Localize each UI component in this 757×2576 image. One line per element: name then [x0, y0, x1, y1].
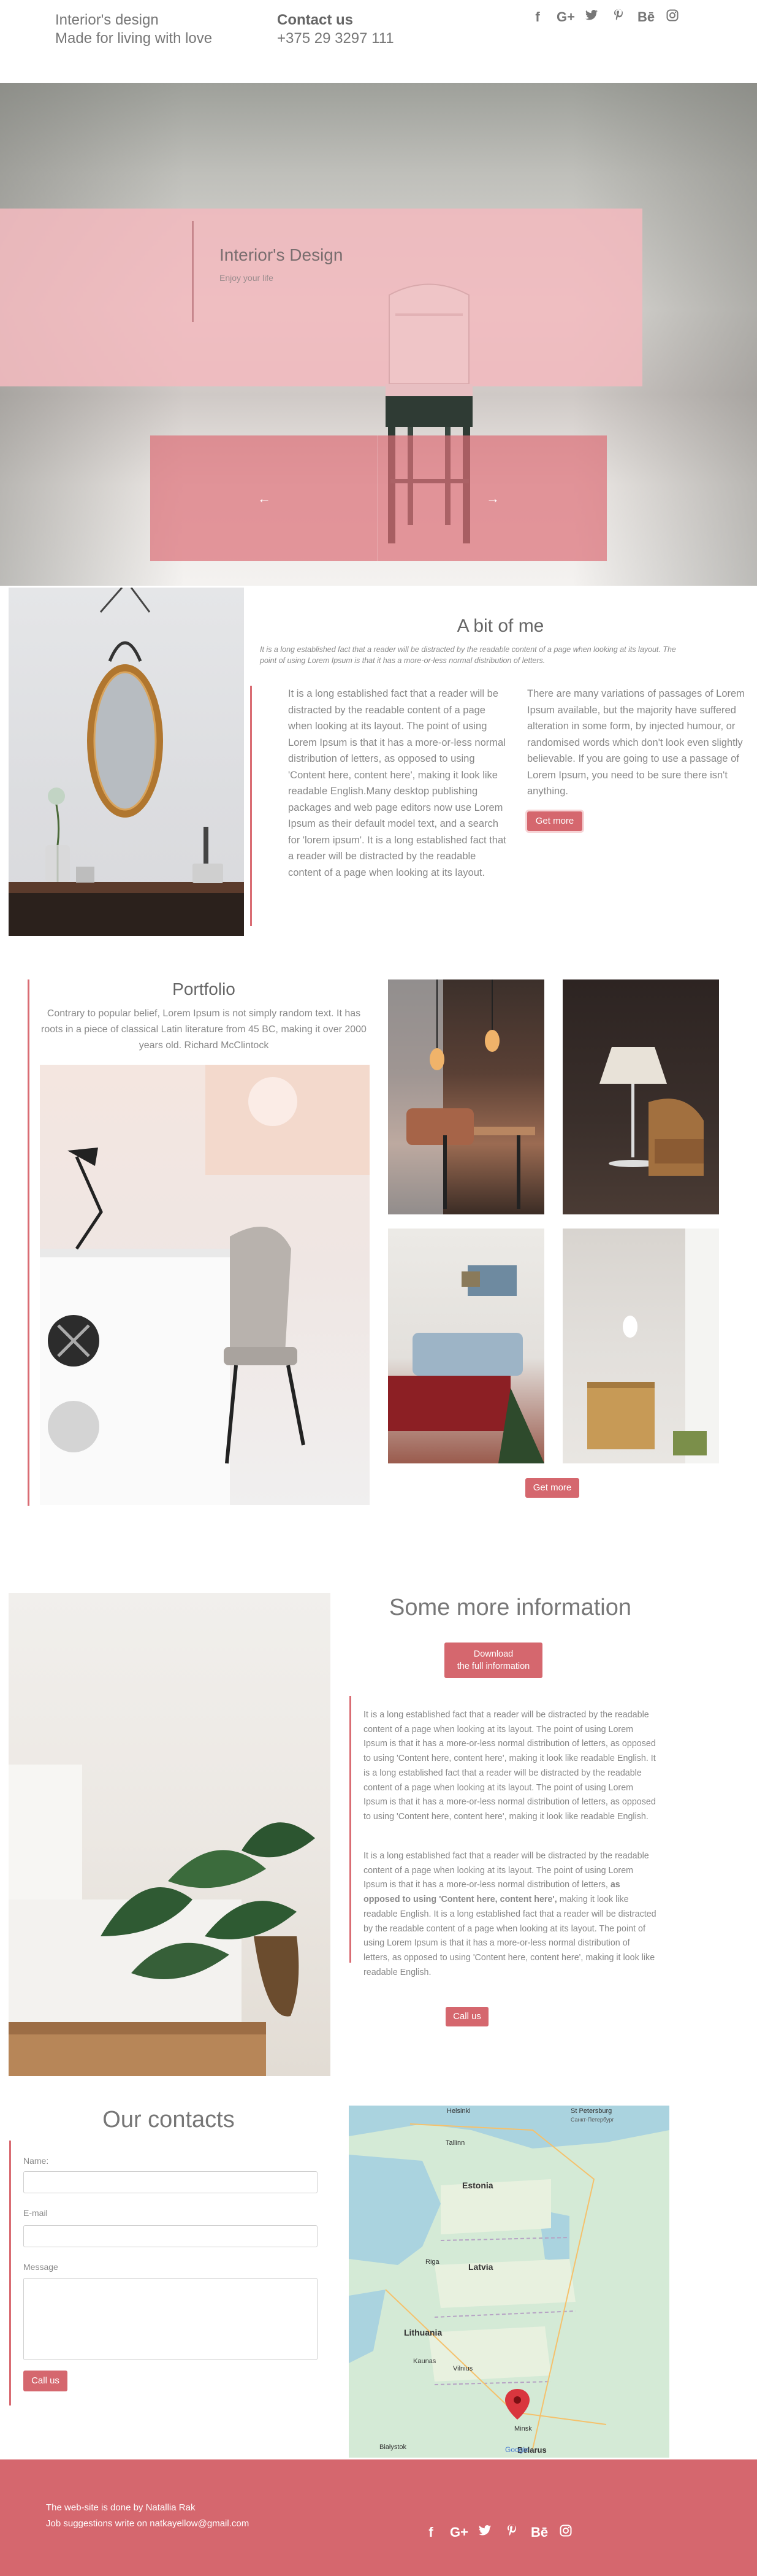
info-accent-bar — [349, 1696, 351, 1963]
slider-next-button[interactable]: → — [379, 435, 607, 561]
about-get-more-button[interactable]: Get more — [527, 811, 582, 831]
email-input[interactable] — [23, 2225, 318, 2247]
info-paragraph-1: It is a long established fact that a rea… — [363, 1710, 656, 1822]
contacts-accent-bar — [9, 2141, 11, 2405]
contacts-title: Our contacts — [102, 2107, 235, 2133]
slider-prev-button[interactable]: ← — [150, 435, 378, 561]
download-button-line1: Download — [473, 1649, 514, 1659]
map-label-estonia: Estonia — [462, 2180, 493, 2190]
portfolio-photo-armchair[interactable] — [563, 979, 719, 1214]
about-text-column-2: There are many variations of passages of… — [527, 688, 745, 797]
twitter-icon[interactable] — [584, 9, 599, 25]
map-label-lithuania: Lithuania — [404, 2328, 442, 2337]
hero-slider-controls: ← → — [150, 435, 607, 561]
portfolio-photo-cafe[interactable] — [388, 979, 544, 1214]
map-label-minsk: Minsk — [514, 2425, 532, 2432]
hero-title: Interior's Design — [219, 245, 343, 264]
twitter-icon[interactable] — [477, 2524, 493, 2540]
facebook-icon[interactable]: f — [423, 2524, 439, 2540]
portfolio-photo-desk[interactable] — [40, 1065, 370, 1505]
footer-social-links: f G+ Bē — [423, 2524, 574, 2541]
plant-bedroom-photo — [9, 1593, 330, 2076]
pinterest-icon[interactable] — [611, 9, 626, 26]
site-footer: The web-site is done by Natallia Rak Job… — [0, 2459, 757, 2576]
map-label-riga: Riga — [425, 2258, 440, 2266]
map-label-vilnius: Vilnius — [453, 2365, 473, 2372]
name-input[interactable] — [23, 2171, 318, 2193]
info-call-us-button[interactable]: Call us — [446, 2007, 489, 2026]
hero-accent-bar — [192, 221, 194, 322]
header-social-links: f G+ Bē — [530, 9, 680, 26]
map-label-bialystok: Białystok — [379, 2444, 407, 2451]
pinterest-icon[interactable] — [504, 2524, 520, 2541]
behance-icon[interactable]: Bē — [637, 9, 655, 25]
download-button[interactable]: Download the full information — [444, 1643, 542, 1678]
download-button-line2: the full information — [457, 1662, 530, 1671]
instagram-icon[interactable] — [664, 9, 680, 25]
about-title: A bit of me — [457, 616, 544, 636]
hero-section: Interior's Design Enjoy your life ← → — [0, 83, 757, 586]
arrow-right-icon: → — [486, 491, 500, 506]
phone-number[interactable]: +375 29 3297 111 — [277, 29, 394, 48]
message-label: Message — [23, 2262, 58, 2272]
facebook-icon[interactable]: f — [530, 9, 546, 25]
map-label-tallinn: Tallinn — [446, 2139, 465, 2147]
portfolio-accent-bar — [28, 979, 29, 1506]
portfolio-photo-cabinet[interactable] — [563, 1229, 719, 1463]
name-label: Name: — [23, 2156, 49, 2166]
behance-icon[interactable]: Bē — [531, 2524, 548, 2540]
map-label-st-petersburg-ru: Санкт-Петербург — [571, 2117, 614, 2123]
header-contact: Contact us +375 29 3297 111 — [277, 11, 394, 48]
map-label-kaunas: Kaunas — [413, 2358, 436, 2365]
location-map[interactable]: Helsinki St Petersburg Санкт-Петербург T… — [349, 2106, 669, 2458]
info-paragraph-2-start: It is a long established fact that a rea… — [363, 1851, 649, 1890]
contacts-call-us-button[interactable]: Call us — [23, 2371, 67, 2391]
about-intro: It is a long established fact that a rea… — [260, 645, 676, 665]
portfolio-photo-living-room[interactable] — [388, 1229, 544, 1463]
site-header: Interior's design Made for living with l… — [0, 0, 757, 74]
portfolio-quote: Contrary to popular belief, Lorem Ipsum … — [41, 1008, 367, 1051]
google-plus-icon[interactable]: G+ — [450, 2524, 468, 2540]
brand-name: Interior's design — [55, 12, 159, 28]
brand[interactable]: Interior's design Made for living with l… — [55, 11, 212, 48]
about-text-column-1: It is a long established fact that a rea… — [288, 688, 506, 878]
portfolio-get-more-button[interactable]: Get more — [525, 1478, 579, 1498]
hero-subtitle: Enjoy your life — [219, 273, 273, 283]
instagram-icon[interactable] — [558, 2524, 574, 2540]
google-plus-icon[interactable]: G+ — [557, 9, 575, 25]
portfolio-title: Portfolio — [172, 979, 235, 999]
footer-contact-email[interactable]: Job suggestions write on natkayellow@gma… — [46, 2518, 249, 2529]
map-label-st-petersburg: St Petersburg — [571, 2107, 612, 2115]
info-paragraph-2: It is a long established fact that a rea… — [363, 1849, 658, 1980]
about-accent-bar — [250, 686, 252, 926]
info-paragraph-2-end: making it look like readable English. It… — [363, 1895, 656, 1977]
contact-title: Contact us — [277, 12, 354, 28]
hero-banner: Interior's Design Enjoy your life — [0, 209, 642, 386]
brand-tagline: Made for living with love — [55, 30, 213, 47]
mirror-photo — [9, 588, 244, 936]
footer-credit: The web-site is done by Natallia Rak — [46, 2502, 196, 2513]
map-label-helsinki: Helsinki — [447, 2107, 471, 2115]
map-label-latvia: Latvia — [468, 2262, 493, 2272]
arrow-left-icon: ← — [257, 491, 271, 506]
google-logo: Google — [505, 2445, 529, 2454]
info-title: Some more information — [389, 1595, 631, 1620]
message-textarea[interactable] — [23, 2278, 318, 2360]
email-label: E-mail — [23, 2208, 48, 2218]
